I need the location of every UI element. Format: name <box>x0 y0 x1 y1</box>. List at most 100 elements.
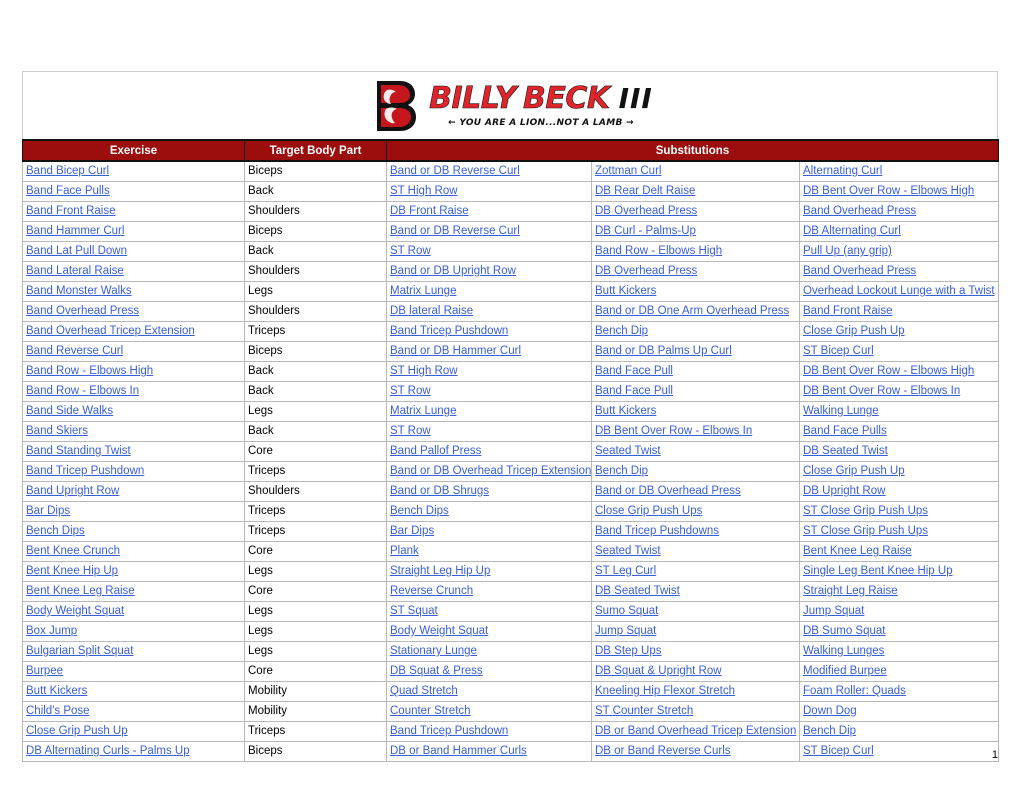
substitution-link[interactable]: Band or DB Overhead Tricep Extension <box>390 465 591 477</box>
substitution-link[interactable]: Band or DB Upright Row <box>390 265 516 277</box>
exercise-link[interactable]: Box Jump <box>26 625 77 637</box>
exercise-link[interactable]: Band Tricep Pushdown <box>26 465 144 477</box>
substitution-link[interactable]: Reverse Crunch <box>390 585 473 597</box>
substitution-link[interactable]: Band Pallof Press <box>390 445 481 457</box>
substitution-link[interactable]: Bar Dips <box>390 525 434 537</box>
substitution-link[interactable]: Band Front Raise <box>803 305 893 317</box>
substitution-link[interactable]: ST Bicep Curl <box>803 345 874 357</box>
substitution-link[interactable]: Close Grip Push Ups <box>595 505 702 517</box>
substitution-link[interactable]: Bench Dip <box>803 725 856 737</box>
substitution-link[interactable]: ST Row <box>390 385 431 397</box>
substitution-link[interactable]: Band Face Pull <box>595 385 673 397</box>
substitution-link[interactable]: DB Squat & Press <box>390 665 483 677</box>
substitution-link[interactable]: Band or DB One Arm Overhead Press <box>595 305 789 317</box>
substitution-link[interactable]: ST High Row <box>390 365 458 377</box>
substitution-link[interactable]: Body Weight Squat <box>390 625 488 637</box>
substitution-link[interactable]: DB Step Ups <box>595 645 661 657</box>
substitution-link[interactable]: Pull Up (any grip) <box>803 245 892 257</box>
exercise-link[interactable]: Band Standing Twist <box>26 445 131 457</box>
substitution-link[interactable]: DB Seated Twist <box>803 445 888 457</box>
substitution-link[interactable]: ST Leg Curl <box>595 565 656 577</box>
exercise-link[interactable]: Band Monster Walks <box>26 285 132 297</box>
substitution-link[interactable]: Down Dog <box>803 705 857 717</box>
substitution-link[interactable]: Band or DB Reverse Curl <box>390 225 520 237</box>
substitution-link[interactable]: Band or DB Shrugs <box>390 485 489 497</box>
substitution-link[interactable]: Band Row - Elbows High <box>595 245 722 257</box>
substitution-link[interactable]: DB Upright Row <box>803 485 885 497</box>
substitution-link[interactable]: Kneeling Hip Flexor Stretch <box>595 685 735 697</box>
exercise-link[interactable]: Band Upright Row <box>26 485 119 497</box>
exercise-link[interactable]: Bench Dips <box>26 525 85 537</box>
exercise-link[interactable]: Band Skiers <box>26 425 88 437</box>
substitution-link[interactable]: DB or Band Hammer Curls <box>390 745 527 757</box>
substitution-link[interactable]: Counter Stretch <box>390 705 471 717</box>
substitution-link[interactable]: Quad Stretch <box>390 685 458 697</box>
exercise-link[interactable]: Band Face Pulls <box>26 185 110 197</box>
exercise-link[interactable]: Band Hammer Curl <box>26 225 124 237</box>
substitution-link[interactable]: DB Rear Delt Raise <box>595 185 695 197</box>
substitution-link[interactable]: ST Close Grip Push Ups <box>803 525 928 537</box>
substitution-link[interactable]: ST Row <box>390 425 431 437</box>
exercise-link[interactable]: Band Lat Pull Down <box>26 245 127 257</box>
substitution-link[interactable]: DB Bent Over Row - Elbows High <box>803 185 974 197</box>
substitution-link[interactable]: Overhead Lockout Lunge with a Twist <box>803 285 995 297</box>
substitution-link[interactable]: DB Bent Over Row - Elbows High <box>803 365 974 377</box>
substitution-link[interactable]: Alternating Curl <box>803 165 882 177</box>
substitution-link[interactable]: Jump Squat <box>803 605 864 617</box>
exercise-link[interactable]: Band Row - Elbows In <box>26 385 139 397</box>
substitution-link[interactable]: DB Bent Over Row - Elbows In <box>595 425 752 437</box>
substitution-link[interactable]: DB or Band Reverse Curls <box>595 745 731 757</box>
exercise-link[interactable]: Bent Knee Leg Raise <box>26 585 135 597</box>
substitution-link[interactable]: Butt Kickers <box>595 285 656 297</box>
substitution-link[interactable]: Foam Roller: Quads <box>803 685 906 697</box>
substitution-link[interactable]: DB Overhead Press <box>595 265 697 277</box>
substitution-link[interactable]: Single Leg Bent Knee Hip Up <box>803 565 953 577</box>
substitution-link[interactable]: Straight Leg Hip Up <box>390 565 490 577</box>
exercise-link[interactable]: Bent Knee Hip Up <box>26 565 118 577</box>
exercise-link[interactable]: Band Overhead Press <box>26 305 139 317</box>
substitution-link[interactable]: Band or DB Palms Up Curl <box>595 345 732 357</box>
substitution-link[interactable]: Bent Knee Leg Raise <box>803 545 912 557</box>
substitution-link[interactable]: Close Grip Push Up <box>803 325 905 337</box>
substitution-link[interactable]: DB Overhead Press <box>595 205 697 217</box>
substitution-link[interactable]: ST Row <box>390 245 431 257</box>
substitution-link[interactable]: Band or DB Overhead Press <box>595 485 741 497</box>
substitution-link[interactable]: ST Close Grip Push Ups <box>803 505 928 517</box>
exercise-link[interactable]: Band Overhead Tricep Extension <box>26 325 195 337</box>
substitution-link[interactable]: Seated Twist <box>595 445 661 457</box>
substitution-link[interactable]: Band Overhead Press <box>803 205 916 217</box>
substitution-link[interactable]: Band Tricep Pushdown <box>390 325 508 337</box>
substitution-link[interactable]: ST Squat <box>390 605 438 617</box>
exercise-link[interactable]: Bent Knee Crunch <box>26 545 120 557</box>
exercise-link[interactable]: Bulgarian Split Squat <box>26 645 133 657</box>
substitution-link[interactable]: Matrix Lunge <box>390 285 456 297</box>
substitution-link[interactable]: Band or DB Hammer Curl <box>390 345 521 357</box>
exercise-link[interactable]: Bar Dips <box>26 505 70 517</box>
substitution-link[interactable]: Bench Dip <box>595 465 648 477</box>
substitution-link[interactable]: Walking Lunges <box>803 645 884 657</box>
exercise-link[interactable]: Band Bicep Curl <box>26 165 109 177</box>
substitution-link[interactable]: DB Front Raise <box>390 205 469 217</box>
substitution-link[interactable]: Jump Squat <box>595 625 656 637</box>
substitution-link[interactable]: Band Overhead Press <box>803 265 916 277</box>
substitution-link[interactable]: DB Curl - Palms-Up <box>595 225 696 237</box>
substitution-link[interactable]: Band Face Pull <box>595 365 673 377</box>
exercise-link[interactable]: Band Front Raise <box>26 205 116 217</box>
exercise-link[interactable]: Butt Kickers <box>26 685 87 697</box>
substitution-link[interactable]: Straight Leg Raise <box>803 585 898 597</box>
substitution-link[interactable]: Close Grip Push Up <box>803 465 905 477</box>
substitution-link[interactable]: DB lateral Raise <box>390 305 473 317</box>
substitution-link[interactable]: Walking Lunge <box>803 405 879 417</box>
substitution-link[interactable]: Sumo Squat <box>595 605 658 617</box>
exercise-link[interactable]: Band Reverse Curl <box>26 345 123 357</box>
substitution-link[interactable]: Bench Dips <box>390 505 449 517</box>
substitution-link[interactable]: Band Tricep Pushdown <box>390 725 508 737</box>
substitution-link[interactable]: Band Face Pulls <box>803 425 887 437</box>
exercise-link[interactable]: Band Row - Elbows High <box>26 365 153 377</box>
substitution-link[interactable]: Matrix Lunge <box>390 405 456 417</box>
substitution-link[interactable]: DB Alternating Curl <box>803 225 901 237</box>
substitution-link[interactable]: DB Squat & Upright Row <box>595 665 722 677</box>
substitution-link[interactable]: Modified Burpee <box>803 665 887 677</box>
exercise-link[interactable]: Band Lateral Raise <box>26 265 124 277</box>
substitution-link[interactable]: Butt Kickers <box>595 405 656 417</box>
